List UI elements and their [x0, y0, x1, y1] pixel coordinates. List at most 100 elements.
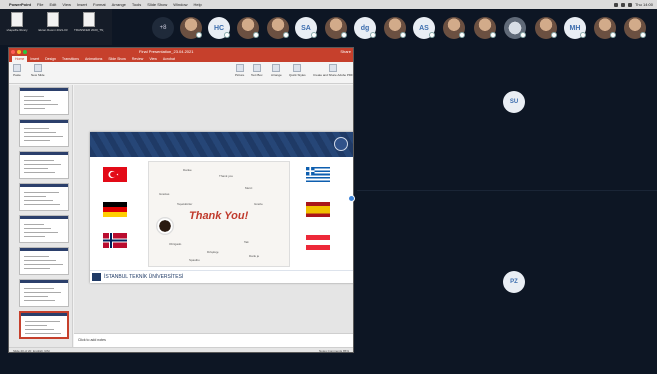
screen-share-handle[interactable]: [348, 195, 355, 202]
picture-button[interactable]: Picture: [235, 64, 244, 77]
menu-file[interactable]: File: [37, 2, 43, 7]
thumbnail-text-line: [25, 333, 61, 334]
file-label: shapefile library: [6, 28, 28, 32]
thumbnail-text-line: [24, 200, 53, 201]
menu-help[interactable]: Help: [194, 2, 202, 7]
picture-label: Picture: [235, 73, 245, 77]
thumbnail-text-line: [24, 96, 44, 97]
slide-thumbnail[interactable]: [19, 311, 69, 339]
thumbnail-header: [20, 216, 68, 219]
thumbnail-header: [21, 313, 67, 316]
word-label: Tak: [244, 240, 249, 244]
desktop-file-2[interactable]: Ekran Resmi 2021-03: [38, 9, 68, 32]
thumbnail-header: [20, 280, 68, 283]
participant-strip: +8 HC SA dg AS MH: [112, 9, 657, 45]
thumbnail-text-line: [24, 268, 50, 269]
image-file-icon: [47, 12, 59, 27]
arrange-icon: [272, 64, 281, 72]
thumbnail-text-line: [24, 140, 50, 141]
word-label: Gracias: [159, 192, 170, 196]
thumbnail-header: [20, 120, 68, 123]
create-pdf-button[interactable]: Create and Share Adobe PDF: [313, 64, 353, 77]
thumbnail-text-line: [24, 192, 59, 193]
thumbnail-text-line: [24, 168, 48, 169]
desktop-file-3[interactable]: TRANSFER 2020_TN_v7: [74, 9, 104, 32]
arrange-button[interactable]: Arrange: [271, 64, 282, 77]
norway-flag: [103, 233, 127, 248]
search-icon[interactable]: [627, 2, 632, 7]
thumbnail-header: [20, 152, 68, 155]
notes-placeholder: Click to add notes: [78, 338, 106, 342]
thumbnail-text-line: [24, 100, 51, 101]
mic-muted-icon: [370, 32, 376, 38]
slide-thumbnail[interactable]: [19, 119, 69, 147]
mic-muted-icon: [610, 32, 616, 38]
word-label: Teşekkürler: [177, 202, 193, 206]
mic-muted-icon: [580, 32, 586, 38]
desktop-icons: shapefile library Ekran Resmi 2021-03 TR…: [0, 9, 112, 45]
current-slide[interactable]: Danke Thank you Gracias Merci Teşekkürle…: [90, 132, 353, 283]
minimize-window-icon[interactable]: [17, 50, 21, 54]
quick-styles-button[interactable]: Quick Styles: [289, 64, 306, 77]
menu-edit[interactable]: Edit: [49, 2, 56, 7]
word-label: Grazie: [254, 202, 263, 206]
menu-format[interactable]: Format: [93, 2, 106, 7]
title-bar: Final Presentation_23.04.2021 Share: [9, 48, 353, 56]
new-slide-label: New Slide: [31, 73, 45, 77]
turkey-flag: [103, 167, 127, 182]
battery-icon[interactable]: [620, 2, 625, 7]
clock-text[interactable]: Thu 14:00: [635, 2, 653, 7]
clipboard-icon: [13, 64, 21, 72]
slide-thumbnail[interactable]: [19, 247, 69, 275]
thank-you-image: Danke Thank you Gracias Merci Teşekkürle…: [148, 161, 290, 267]
thumbnail-header: [20, 88, 68, 91]
file-icon: [83, 12, 95, 27]
menu-slideshow[interactable]: Slide Show: [147, 2, 167, 7]
slide-thumbnail[interactable]: [19, 279, 69, 307]
spain-flag: [306, 202, 330, 217]
slide-thumbnail[interactable]: [19, 183, 69, 211]
thank-you-text: Thank You!: [189, 210, 249, 222]
more-participants-button[interactable]: +8: [152, 17, 174, 39]
participant-tile-pz[interactable]: PZ: [503, 271, 525, 293]
mic-muted-icon: [520, 32, 526, 38]
view-controls[interactable]: Notes Comments 85%: [319, 349, 349, 352]
file-label: TRANSFER 2020_TN_v7: [74, 28, 104, 32]
menu-view[interactable]: View: [62, 2, 71, 7]
notes-pane[interactable]: Click to add notes: [74, 333, 353, 347]
zoom-window-icon[interactable]: [23, 50, 27, 54]
paste-button[interactable]: Paste: [13, 64, 21, 77]
word-label: Obrigado: [169, 242, 182, 246]
slide-thumbnail[interactable]: [19, 87, 69, 115]
language-text[interactable]: English (US): [33, 349, 50, 352]
participant-tile-su[interactable]: SU: [503, 91, 525, 113]
close-window-icon[interactable]: [11, 50, 15, 54]
menu-insert[interactable]: Insert: [77, 2, 87, 7]
share-button[interactable]: Share: [340, 49, 351, 54]
menu-arrange[interactable]: Arrange: [112, 2, 126, 7]
desktop-file-1[interactable]: shapefile library: [2, 9, 32, 32]
university-name: İSTANBUL TEKNİK ÜNİVERSİTESİ: [104, 274, 184, 280]
new-slide-button[interactable]: New Slide: [31, 64, 45, 77]
menu-tools[interactable]: Tools: [132, 2, 141, 7]
thumbnail-text-line: [24, 160, 54, 161]
menu-window[interactable]: Window: [173, 2, 187, 7]
thumbnail-text-line: [24, 128, 49, 129]
thumbnail-text-line: [24, 300, 55, 301]
menu-app-name[interactable]: PowerPoint: [9, 2, 31, 7]
austria-flag: [306, 235, 330, 250]
slide-thumbnails-pane: [9, 85, 73, 347]
create-pdf-label: Create and Share Adobe PDF: [313, 73, 353, 77]
thumbnail-text-line: [24, 236, 45, 237]
thumbnail-text-line: [24, 104, 58, 105]
thumbnail-text-line: [24, 136, 63, 137]
thumbnail-text-line: [24, 232, 58, 233]
thumbnail-text-line: [24, 196, 46, 197]
text-box-button[interactable]: Text Box: [251, 64, 263, 77]
slide-thumbnail[interactable]: [19, 215, 69, 243]
menubar: PowerPoint File Edit View Insert Format …: [0, 0, 657, 9]
picture-icon: [235, 64, 244, 72]
mic-muted-icon: [253, 32, 259, 38]
wifi-icon[interactable]: [613, 2, 618, 7]
slide-thumbnail[interactable]: [19, 151, 69, 179]
